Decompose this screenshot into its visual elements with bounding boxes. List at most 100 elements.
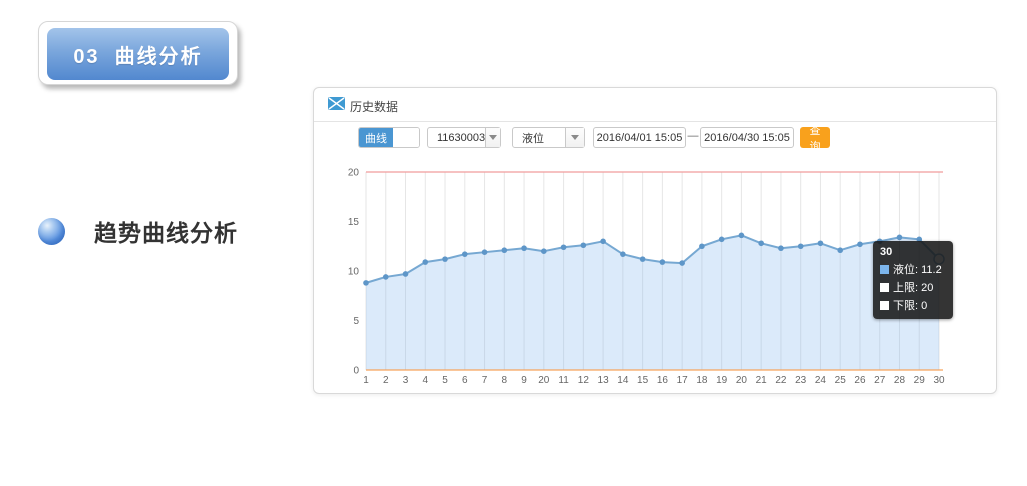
data-point[interactable]	[857, 241, 863, 247]
data-point[interactable]	[699, 243, 705, 249]
x-tick-label: 26	[854, 375, 866, 386]
section-badge-label: 03 曲线分析	[73, 40, 202, 69]
x-tick-label: 20	[538, 375, 550, 386]
chart-tooltip-rows: 液位: 11.2 上限: 20 下限: 0	[880, 261, 946, 313]
x-tick-label: 29	[914, 375, 926, 386]
x-tick-label: 30	[933, 375, 945, 386]
data-point[interactable]	[482, 249, 488, 255]
x-tick-label: 15	[637, 375, 649, 386]
series-value-text: 上限: 20	[893, 279, 933, 295]
data-point[interactable]	[581, 242, 587, 248]
x-tick-label: 3	[403, 375, 409, 386]
y-tick-label: 15	[348, 217, 360, 228]
x-tick-label: 14	[617, 375, 629, 386]
x-tick-label: 7	[482, 375, 488, 386]
data-point[interactable]	[640, 256, 646, 262]
data-point[interactable]	[739, 233, 745, 239]
date-to-input[interactable]: 2016/04/30 15:05	[700, 127, 794, 148]
area-fill	[366, 235, 939, 370]
view-toggle-empty[interactable]	[393, 128, 419, 147]
data-point[interactable]	[521, 245, 527, 251]
y-tick-label: 5	[353, 316, 359, 327]
x-tick-label: 25	[835, 375, 847, 386]
data-point[interactable]	[403, 271, 409, 277]
data-point[interactable]	[561, 244, 567, 250]
y-tick-label: 10	[348, 267, 360, 278]
y-tick-label: 20	[348, 168, 360, 179]
chart-tooltip-row: 下限: 0	[880, 297, 946, 313]
x-tick-label: 12	[578, 375, 590, 386]
data-point[interactable]	[660, 259, 666, 265]
view-toggle[interactable]: 曲线	[358, 127, 420, 148]
x-tick-label: 4	[422, 375, 428, 386]
chart-tooltip-row: 液位: 11.2	[880, 261, 946, 277]
x-tick-label: 11	[558, 375, 569, 386]
series-swatch	[880, 301, 889, 310]
x-tick-label: 13	[598, 375, 610, 386]
y-tick-label: 0	[353, 366, 359, 377]
data-point[interactable]	[778, 245, 784, 251]
data-point[interactable]	[462, 251, 468, 257]
data-point[interactable]	[798, 243, 804, 249]
metric-select[interactable]: 液位	[512, 127, 585, 148]
x-tick-label: 21	[756, 375, 768, 386]
metric-select-value: 液位	[513, 130, 565, 146]
x-tick-label: 27	[874, 375, 886, 386]
chart-toolbar: 曲线 11630003 液位 2016/04/01 15:05 — 2016/0…	[314, 127, 996, 149]
x-tick-label: 2	[383, 375, 389, 386]
chevron-down-icon	[489, 135, 497, 140]
sphere-bullet-icon	[38, 218, 65, 245]
x-tick-label: 6	[462, 375, 468, 386]
data-point[interactable]	[541, 248, 547, 254]
series-value-text: 下限: 0	[893, 297, 927, 313]
data-point[interactable]	[719, 237, 725, 243]
panel-header: 历史数据	[314, 88, 996, 121]
device-select[interactable]: 11630003	[427, 127, 501, 148]
envelope-icon	[328, 97, 345, 110]
data-point[interactable]	[422, 259, 428, 265]
data-point[interactable]	[383, 274, 389, 280]
x-tick-label: 16	[657, 375, 669, 386]
data-point[interactable]	[758, 240, 764, 246]
x-tick-label: 22	[775, 375, 787, 386]
device-select-value: 11630003	[428, 132, 485, 144]
series-swatch	[880, 283, 889, 292]
data-point[interactable]	[600, 239, 606, 245]
section-badge: 03 曲线分析	[38, 21, 238, 85]
query-button[interactable]: 查询	[800, 127, 830, 148]
metric-select-button[interactable]	[565, 128, 584, 147]
data-point[interactable]	[363, 280, 369, 286]
history-data-panel: 历史数据 曲线 11630003 液位 2016/04/01 15:05	[313, 87, 997, 394]
section-badge-inner: 03 曲线分析	[47, 28, 229, 80]
x-tick-label: 18	[696, 375, 708, 386]
x-tick-label: 19	[716, 375, 728, 386]
chart-tooltip-row: 上限: 20	[880, 279, 946, 295]
panel-title: 历史数据	[350, 98, 398, 115]
data-point[interactable]	[818, 240, 824, 246]
date-range-separator: —	[686, 130, 700, 142]
bullet-heading: 趋势曲线分析	[38, 214, 238, 248]
x-tick-label: 23	[795, 375, 807, 386]
chevron-down-icon	[571, 135, 579, 140]
data-point[interactable]	[502, 247, 508, 253]
x-tick-label: 5	[442, 375, 448, 386]
x-tick-label: 9	[521, 375, 527, 386]
panel-header-divider	[314, 121, 996, 122]
data-point[interactable]	[837, 247, 843, 253]
x-tick-label: 8	[502, 375, 508, 386]
date-from-input[interactable]: 2016/04/01 15:05	[593, 127, 686, 148]
device-select-button[interactable]	[485, 128, 500, 147]
chart-tooltip-title: 30	[880, 246, 946, 258]
series-swatch	[880, 265, 889, 274]
x-tick-label: 20	[736, 375, 748, 386]
view-toggle-curve[interactable]: 曲线	[359, 128, 393, 147]
series-value-text: 液位: 11.2	[893, 261, 942, 277]
bullet-heading-label: 趋势曲线分析	[94, 214, 238, 248]
x-tick-label: 24	[815, 375, 827, 386]
data-point[interactable]	[679, 260, 685, 266]
data-point[interactable]	[442, 256, 448, 262]
x-tick-label: 28	[894, 375, 906, 386]
data-point[interactable]	[620, 251, 626, 257]
data-point[interactable]	[897, 235, 903, 241]
chart-tooltip: 30 液位: 11.2 上限: 20 下限: 0	[873, 241, 953, 319]
